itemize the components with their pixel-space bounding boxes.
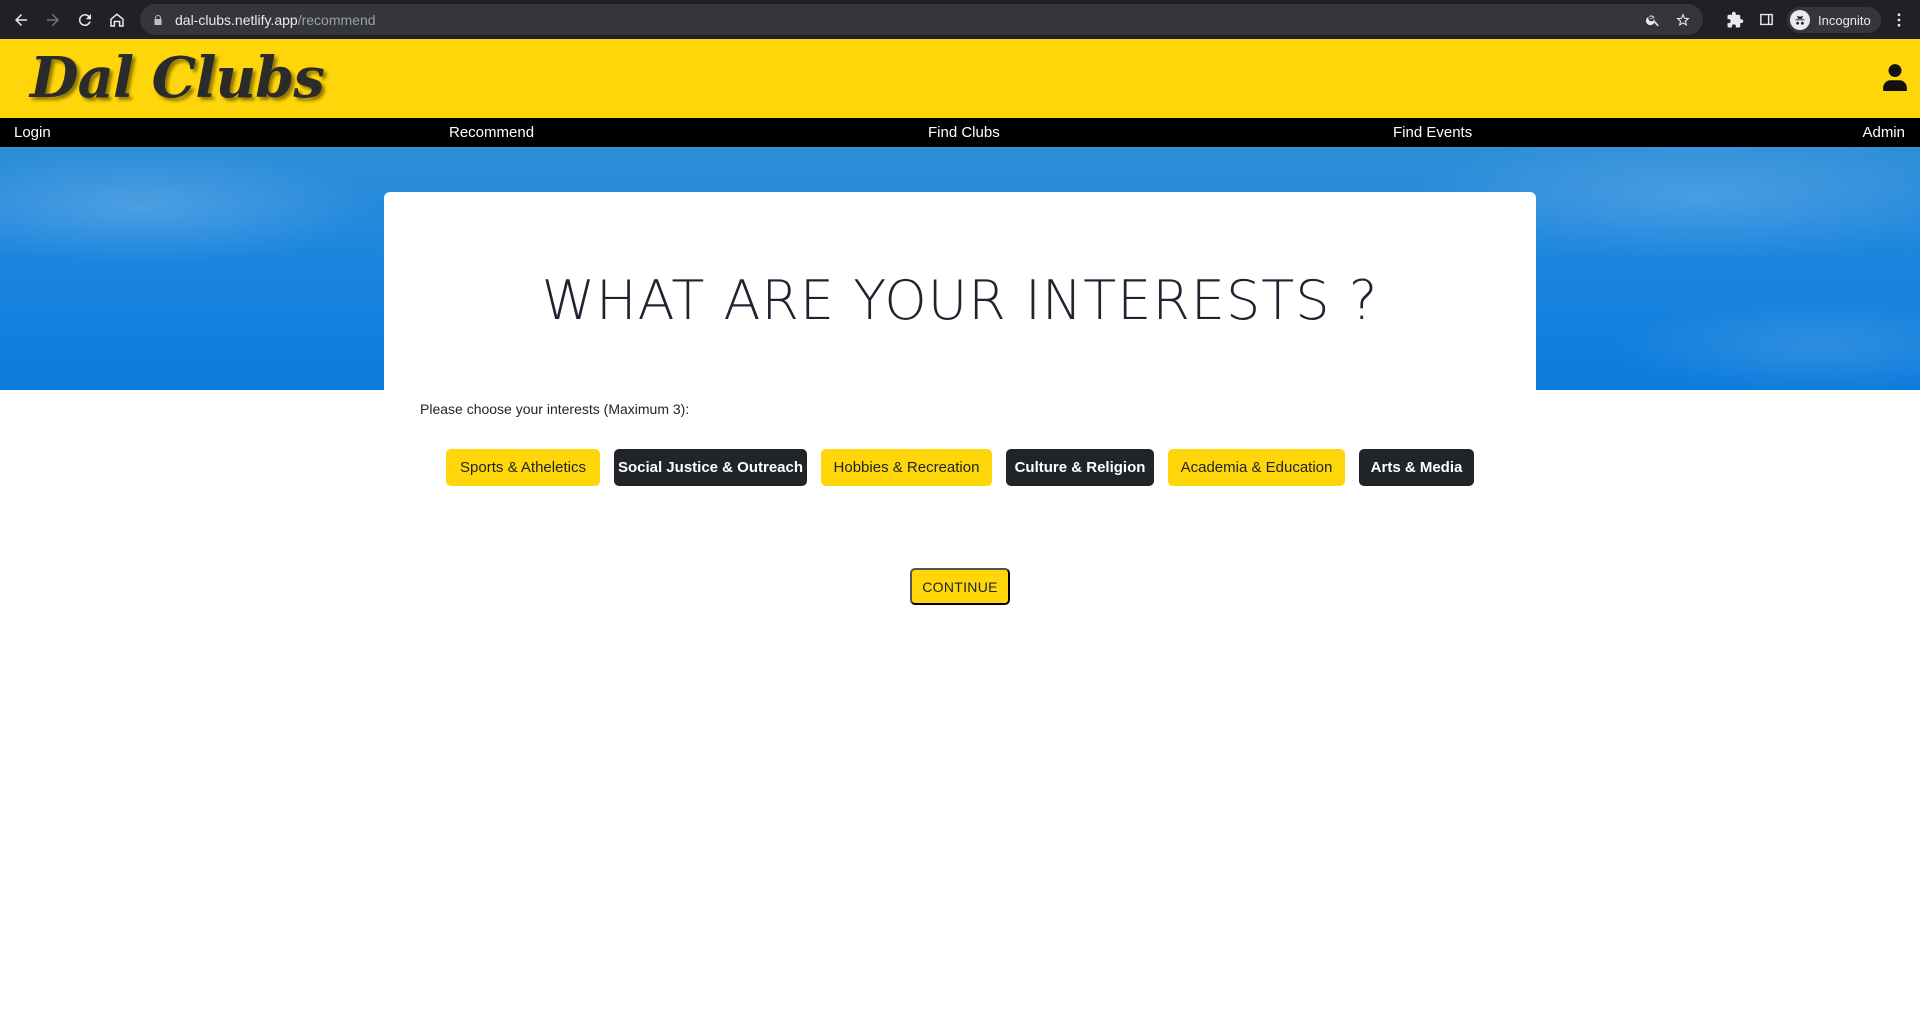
browser-toolbar: dal-clubs.netlify.app/recommend Incognit… [0,0,1920,39]
forward-arrow-icon [47,13,59,26]
interest-culture-religion[interactable]: Culture & Religion [1006,449,1154,486]
reload-icon [78,13,91,26]
home-button[interactable] [101,4,133,36]
url-path: /recommend [297,11,376,28]
main-nav: Login Recommend Find Clubs Find Events A… [0,118,1920,147]
incognito-icon [1790,10,1810,30]
user-account-icon[interactable] [1882,63,1908,91]
site-header: Dal Clubs [0,39,1920,118]
interest-hobbies-recreation[interactable]: Hobbies & Recreation [821,449,992,486]
continue-button[interactable]: CONTINUE [910,568,1010,605]
forward-button[interactable] [37,4,69,36]
site-logo[interactable]: Dal Clubs [30,45,325,111]
profile-label: Incognito [1818,12,1871,28]
back-button[interactable] [5,4,37,36]
interest-social-justice-outreach[interactable]: Social Justice & Outreach [614,449,807,486]
url-host: dal-clubs.netlify.app [175,11,298,28]
home-icon [110,12,124,27]
bookmark-star-icon[interactable] [1675,12,1691,28]
interests-prompt: Please choose your interests (Maximum 3)… [420,401,690,417]
zoom-icon[interactable] [1645,12,1661,28]
nav-admin[interactable]: Admin [1862,124,1905,141]
puzzle-icon [1727,11,1744,27]
kebab-menu-icon [1897,12,1901,27]
nav-find-events[interactable]: Find Events [1393,124,1472,141]
browser-menu-button[interactable] [1890,0,1908,39]
side-panel-button[interactable] [1758,0,1775,39]
interest-arts-media[interactable]: Arts & Media [1359,449,1474,486]
nav-find-clubs[interactable]: Find Clubs [928,124,1000,141]
interest-academia-education[interactable]: Academia & Education [1168,449,1345,486]
side-panel-icon [1760,13,1773,26]
interest-options: Sports & Atheletics Social Justice & Out… [0,449,1920,486]
address-bar[interactable]: dal-clubs.netlify.app/recommend [140,4,1703,35]
page-title: WHAT ARE YOUR INTERESTS ? [541,269,1379,332]
nav-recommend[interactable]: Recommend [449,124,534,141]
nav-login[interactable]: Login [14,124,51,141]
interests-card: WHAT ARE YOUR INTERESTS ? [384,192,1536,392]
profile-chip[interactable]: Incognito [1787,7,1881,33]
extensions-button[interactable] [1726,0,1744,39]
back-arrow-icon [15,13,27,26]
lock-icon [151,13,165,27]
interest-sports-atheletics[interactable]: Sports & Atheletics [446,449,600,486]
reload-button[interactable] [69,4,101,36]
url-text: dal-clubs.netlify.app/recommend [175,12,376,28]
